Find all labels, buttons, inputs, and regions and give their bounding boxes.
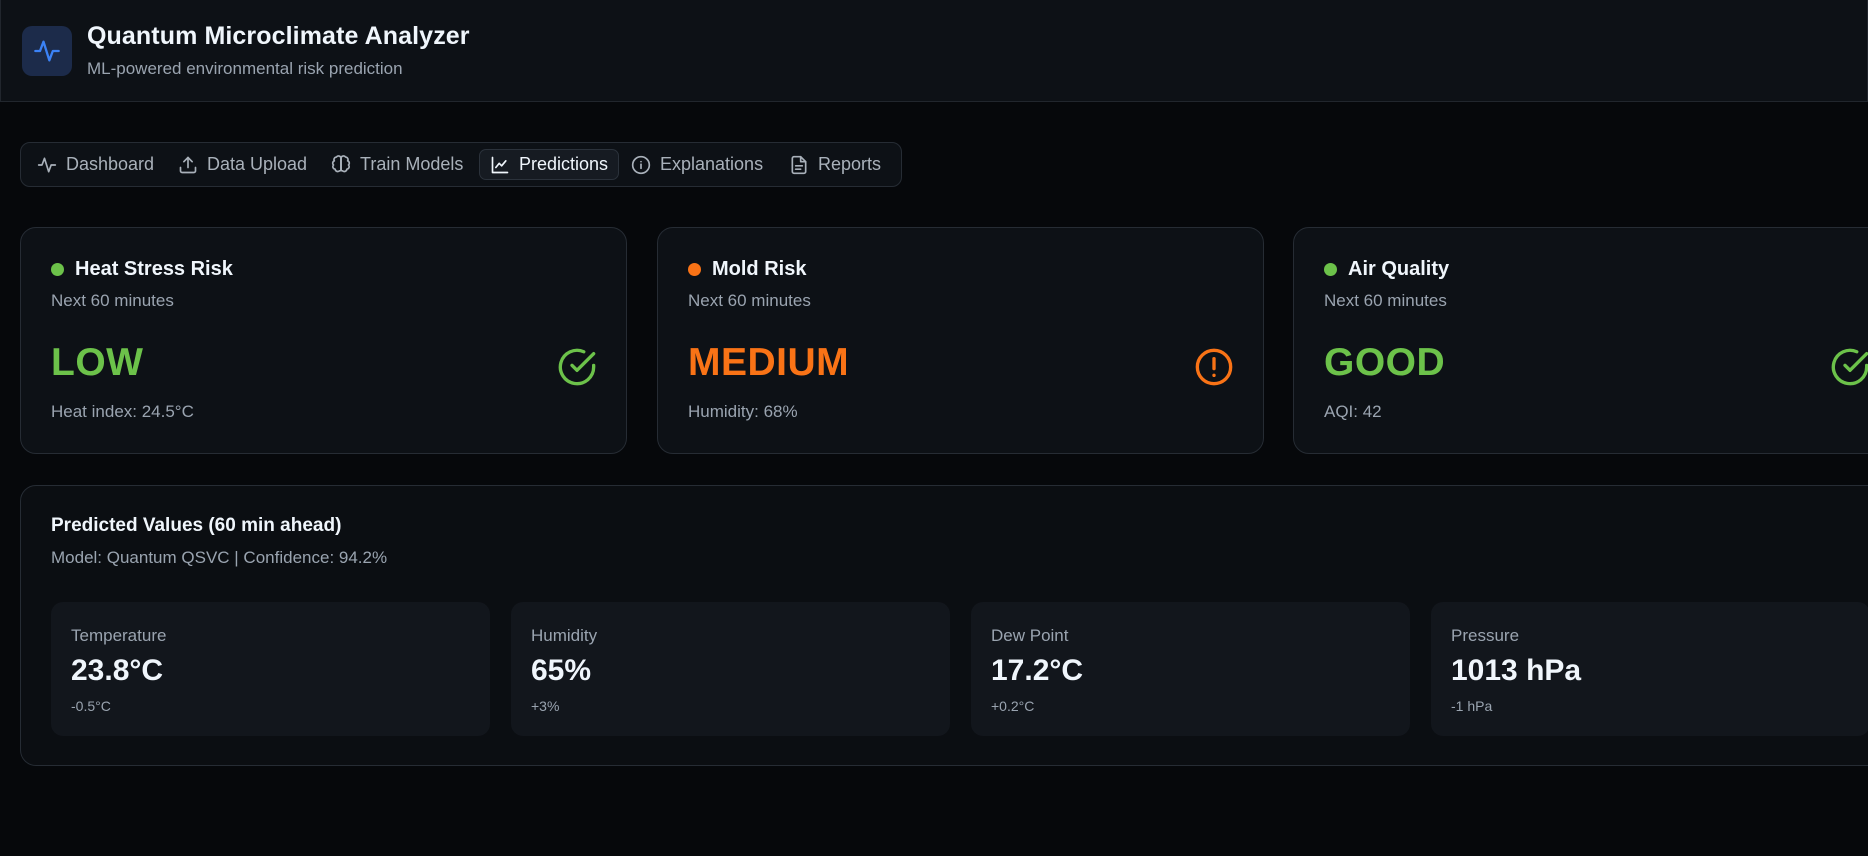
status-dot [51, 263, 64, 276]
risk-level: MEDIUM [688, 341, 850, 384]
tab-label: Train Models [360, 154, 464, 174]
risk-card-header: Mold Risk [688, 258, 806, 281]
tab-predictions[interactable]: Predictions [479, 149, 620, 180]
metric-value: 1013 hPa [1451, 654, 1582, 687]
activity-pulse-icon [34, 40, 60, 62]
brain-icon [331, 154, 351, 172]
tab-data-upload[interactable]: Data Upload [168, 149, 317, 180]
main-nav: Dashboard Data Upload Train Models Predi… [20, 142, 902, 187]
metric-temperature: Temperature 23.8°C -0.5°C [51, 602, 490, 736]
tab-train-models[interactable]: Train Models [321, 149, 473, 180]
metric-label: Dew Point [991, 626, 1069, 645]
risk-title: Mold Risk [712, 258, 807, 280]
metric-value: 23.8°C [71, 654, 164, 687]
risk-level: LOW [51, 341, 144, 384]
status-dot [688, 263, 701, 276]
tab-label: Predictions [519, 154, 609, 174]
app-subtitle: ML-powered environmental risk prediction [87, 59, 403, 78]
risk-detail: Humidity: 68% [688, 402, 798, 421]
tab-label: Explanations [660, 154, 764, 174]
risk-title: Heat Stress Risk [75, 258, 233, 280]
risk-title: Air Quality [1348, 258, 1450, 280]
tab-label: Reports [818, 154, 882, 174]
tab-label: Dashboard [66, 154, 155, 174]
risk-detail: AQI: 42 [1324, 402, 1382, 421]
app-title: Quantum Microclimate Analyzer [87, 22, 470, 50]
alert-circle-icon [1195, 348, 1233, 386]
tab-reports[interactable]: Reports [779, 149, 891, 180]
risk-detail: Heat index: 24.5°C [51, 402, 194, 421]
metric-label: Pressure [1451, 626, 1520, 645]
panel-title: Predicted Values (60 min ahead) [51, 515, 342, 536]
predicted-values-panel: Predicted Values (60 min ahead) Model: Q… [20, 485, 1868, 766]
status-dot [1324, 263, 1337, 276]
metric-delta: +3% [531, 698, 560, 714]
metric-value: 65% [531, 654, 592, 687]
risk-card-header: Heat Stress Risk [51, 258, 233, 281]
check-circle-icon [558, 348, 596, 386]
info-icon [631, 155, 651, 174]
tab-explanations[interactable]: Explanations [621, 149, 773, 180]
metric-label: Humidity [531, 626, 598, 645]
metric-pressure: Pressure 1013 hPa -1 hPa [1431, 602, 1868, 736]
model-confidence: Model: Quantum QSVC | Confidence: 94.2% [51, 548, 388, 567]
metric-delta: -0.5°C [71, 698, 111, 714]
check-circle-icon [1831, 348, 1868, 386]
app-logo [22, 26, 72, 76]
metric-delta: -1 hPa [1451, 698, 1493, 714]
tab-dashboard[interactable]: Dashboard [27, 149, 164, 180]
app-header: Quantum Microclimate Analyzer ML-powered… [0, 0, 1868, 102]
risk-horizon: Next 60 minutes [1324, 291, 1447, 310]
line-chart-icon [491, 156, 509, 173]
metric-delta: +0.2°C [991, 698, 1035, 714]
metric-label: Temperature [71, 626, 167, 645]
upload-icon [179, 156, 197, 173]
risk-card-header: Air Quality [1324, 258, 1449, 281]
risk-horizon: Next 60 minutes [51, 291, 174, 310]
tab-label: Data Upload [207, 154, 308, 174]
risk-level: GOOD [1324, 341, 1446, 384]
air-quality-card: Air Quality Next 60 minutes GOOD AQI: 42 [1293, 227, 1868, 454]
metric-humidity: Humidity 65% +3% [511, 602, 950, 736]
metric-dew-point: Dew Point 17.2°C +0.2°C [971, 602, 1410, 736]
activity-icon [37, 157, 57, 172]
risk-horizon: Next 60 minutes [688, 291, 811, 310]
metric-value: 17.2°C [991, 654, 1084, 687]
document-icon [791, 155, 807, 174]
heat-stress-risk-card: Heat Stress Risk Next 60 minutes LOW Hea… [20, 227, 627, 454]
mold-risk-card: Mold Risk Next 60 minutes MEDIUM Humidit… [657, 227, 1264, 454]
